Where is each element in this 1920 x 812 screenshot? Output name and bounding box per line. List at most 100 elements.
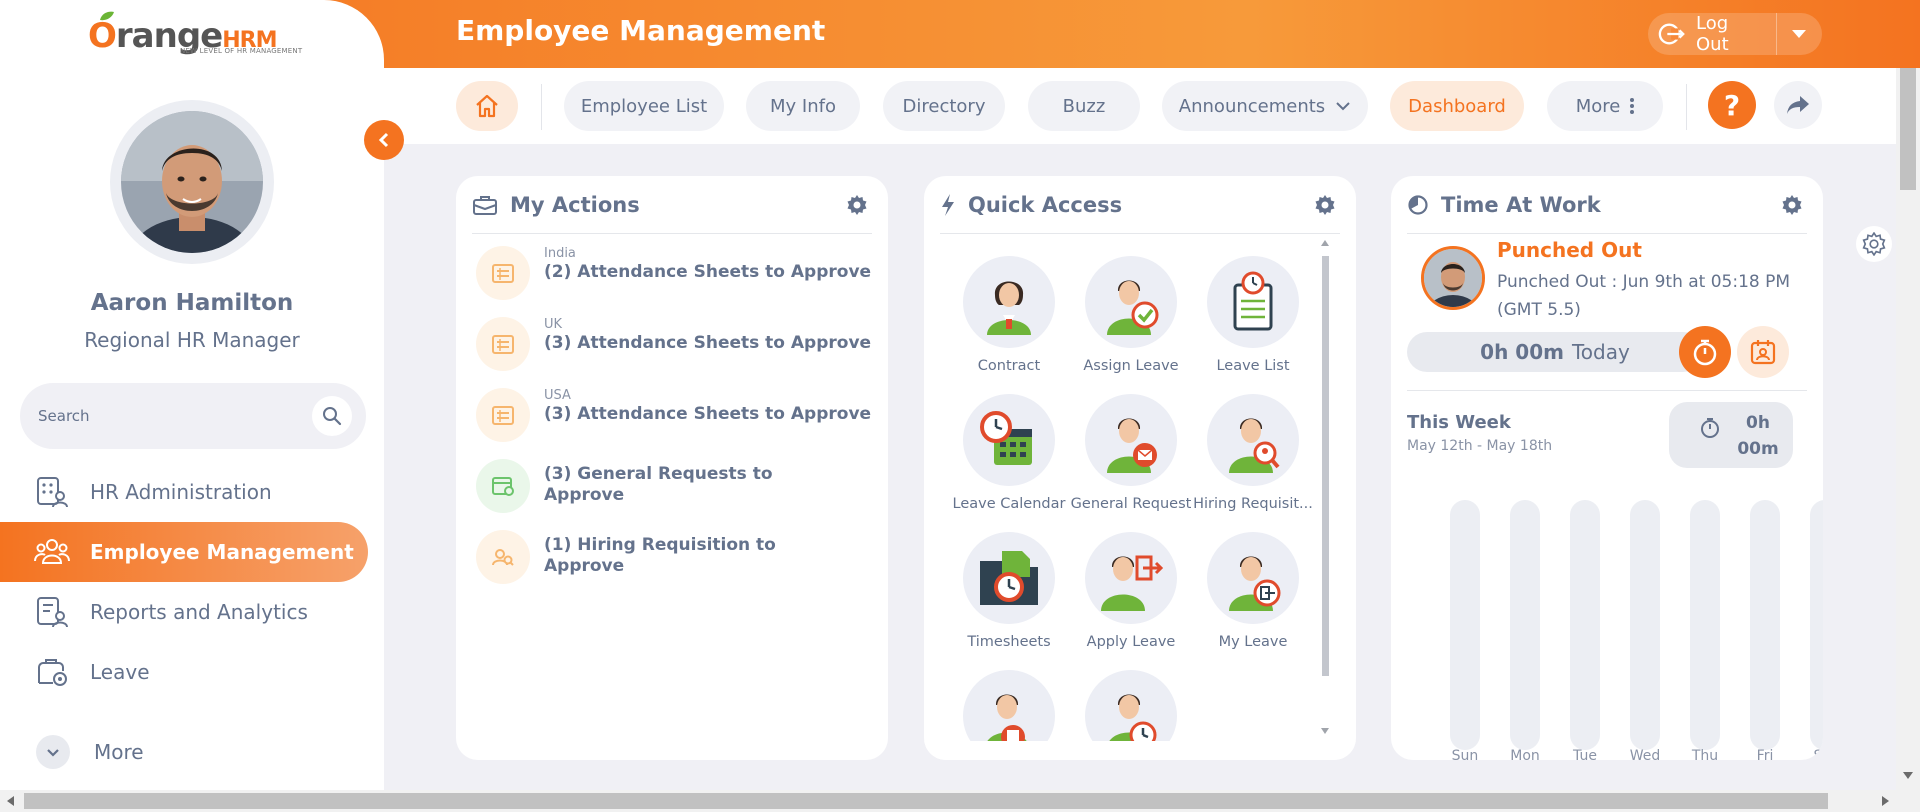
lightning-icon	[942, 193, 954, 216]
scroll-down-arrow-icon	[1903, 772, 1913, 779]
nav-dashboard[interactable]: Dashboard	[1390, 81, 1524, 131]
day-label: Mon	[1510, 748, 1540, 760]
quick-access-card: Quick Access Contract Assign Leave Leave…	[924, 176, 1356, 760]
action-item[interactable]: UK (3) Attendance Sheets to Approve	[476, 317, 876, 371]
quick-access-label: Leave List	[1216, 358, 1290, 374]
day-label: Sun	[1451, 748, 1479, 760]
quick-access-timesheets[interactable]: Timesheets	[944, 532, 1074, 650]
sidebar-search	[20, 383, 366, 449]
card-title: Time At Work	[1441, 192, 1601, 217]
action-item[interactable]: (3) General Requests to Approve	[476, 459, 876, 513]
punch-status: Punched Out	[1497, 238, 1642, 262]
attendance-button[interactable]	[1737, 326, 1789, 378]
today-value: 0h 00m	[1480, 340, 1564, 364]
nav-buzz[interactable]: Buzz	[1028, 81, 1140, 131]
help-button[interactable]: ?	[1708, 81, 1756, 129]
scrollbar-thumb[interactable]	[24, 793, 1828, 809]
today-duration: 0h 00m Today	[1407, 332, 1703, 372]
action-region: USA	[544, 388, 571, 403]
hiring-search-icon	[1207, 394, 1299, 486]
nav-divider	[1686, 84, 1687, 130]
assign-leave-icon	[1085, 256, 1177, 348]
user-name: Aaron Hamilton	[90, 290, 294, 316]
scroll-up-arrow-icon	[1321, 240, 1329, 246]
quick-access-assign-leave[interactable]: Assign Leave	[1066, 256, 1196, 374]
logout-button-group: Log Out	[1648, 13, 1822, 55]
nav-label: Employee List	[580, 95, 708, 117]
gear-icon[interactable]	[846, 194, 868, 216]
nav-more[interactable]: More	[1547, 81, 1663, 131]
action-title: (2) Attendance Sheets to Approve	[544, 262, 872, 282]
action-title-line2: Approve	[544, 485, 625, 505]
avatar[interactable]	[110, 100, 274, 264]
quick-access-general-request[interactable]: General Request	[1066, 394, 1196, 512]
sidebar-item-label: HR Administration	[90, 480, 272, 504]
quick-access-my-leave[interactable]: My Leave	[1188, 532, 1318, 650]
action-title: (3) Attendance Sheets to Approve	[544, 404, 872, 424]
timesheet-icon	[476, 246, 530, 300]
quick-access-hiring-requisition[interactable]: Hiring Requisit...	[1188, 394, 1318, 512]
quick-access-apply-leave[interactable]: Apply Leave	[1066, 532, 1196, 650]
day-bar	[1450, 500, 1480, 750]
nav-label: Dashboard	[1408, 95, 1506, 117]
action-item[interactable]: (1) Hiring Requisition to Approve	[476, 530, 876, 584]
logo-o: O	[88, 16, 117, 56]
search-input[interactable]	[38, 401, 298, 431]
sidebar-item-more[interactable]: More	[0, 722, 368, 782]
leave-icon	[32, 652, 72, 692]
card-bottom-mask	[924, 741, 1356, 760]
action-region: UK	[544, 317, 563, 332]
vertical-scrollbar[interactable]	[1896, 0, 1920, 790]
quick-access-leave-calendar[interactable]: Leave Calendar	[944, 394, 1074, 512]
sidebar-item-label: Leave	[90, 660, 150, 684]
nav-my-info[interactable]: My Info	[746, 81, 860, 131]
day-bar	[1570, 500, 1600, 750]
caret-down-icon	[1792, 30, 1807, 38]
my-actions-card: My Actions India (2) Attendance Sheets to…	[456, 176, 888, 760]
today-label: Today	[1571, 340, 1630, 364]
gear-icon[interactable]	[1781, 194, 1803, 216]
quick-access-contract[interactable]: Contract	[944, 256, 1074, 374]
sidebar-collapse-button[interactable]	[364, 120, 404, 160]
time-at-work-card: Time At Work Punched Out Punched Out : J…	[1391, 176, 1823, 760]
card-header: My Actions	[472, 176, 872, 234]
nav-home-button[interactable]	[456, 81, 518, 131]
share-button[interactable]	[1774, 81, 1822, 129]
nav-employee-list[interactable]: Employee List	[564, 81, 724, 131]
action-item[interactable]: India (2) Attendance Sheets to Approve	[476, 246, 876, 300]
help-icon: ?	[1723, 88, 1741, 122]
nav-directory[interactable]: Directory	[883, 81, 1005, 131]
timesheet-icon	[476, 388, 530, 442]
share-icon	[1787, 96, 1809, 114]
sidebar-item-leave[interactable]: Leave	[0, 642, 368, 702]
search-button[interactable]	[312, 396, 352, 436]
sidebar: OrangeHRM NEW LEVEL OF HR MANAGEMENT Aar…	[0, 0, 384, 790]
quick-access-scrollbar[interactable]	[1320, 238, 1330, 738]
nav-label: Directory	[902, 95, 986, 117]
horizontal-scrollbar[interactable]	[0, 790, 1920, 812]
day-bar	[1690, 500, 1720, 750]
gear-icon[interactable]	[1314, 194, 1336, 216]
week-total-hours: 0h	[1746, 413, 1770, 433]
sidebar-item-reports-and-analytics[interactable]: Reports and Analytics	[0, 582, 368, 642]
page-settings-button[interactable]	[1856, 226, 1892, 262]
week-label: This Week	[1407, 412, 1511, 433]
scrollbar-thumb[interactable]	[1322, 256, 1329, 676]
apply-leave-icon	[1085, 532, 1177, 624]
quick-access-leave-list[interactable]: Leave List	[1188, 256, 1318, 374]
logout-dropdown-button[interactable]	[1777, 13, 1822, 55]
timesheet-icon	[476, 317, 530, 371]
orangehrm-logo: OrangeHRM NEW LEVEL OF HR MANAGEMENT	[88, 11, 308, 60]
logo-tagline: NEW LEVEL OF HR MANAGEMENT	[180, 47, 303, 55]
clipboard-icon	[1207, 256, 1299, 348]
action-item[interactable]: USA (3) Attendance Sheets to Approve	[476, 388, 876, 442]
nav-label: Buzz	[1062, 95, 1106, 117]
divider	[1407, 390, 1807, 391]
sidebar-item-hr-administration[interactable]: HR Administration	[0, 462, 368, 522]
day-label: Tue	[1573, 748, 1597, 760]
sidebar-item-employee-management[interactable]: Employee Management	[0, 522, 368, 582]
contract-icon	[963, 256, 1055, 348]
punch-timer-button[interactable]	[1679, 326, 1731, 378]
logout-button[interactable]: Log Out	[1648, 13, 1777, 55]
nav-announcements[interactable]: Announcements	[1162, 81, 1368, 131]
